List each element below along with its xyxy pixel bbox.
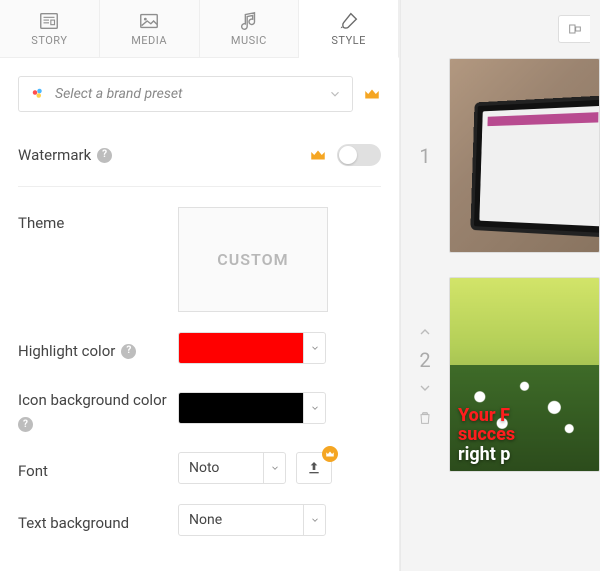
text-bg-select[interactable]: None [178, 504, 326, 536]
style-scroll[interactable]: Select a brand preset Watermark ? Theme [0, 58, 399, 571]
divider [18, 186, 381, 187]
font-select[interactable]: Noto [178, 452, 286, 484]
help-icon[interactable]: ? [97, 148, 112, 163]
upload-icon [306, 460, 322, 476]
brand-preset-select[interactable]: Select a brand preset [18, 76, 353, 112]
left-panel: STORY MEDIA MUSIC STYLE Select a brand p… [0, 0, 400, 571]
slide-thumbnail[interactable]: Your F succes right p [449, 277, 600, 472]
theme-label: Theme [18, 213, 64, 234]
brand-preset-placeholder: Select a brand preset [55, 86, 182, 102]
slide-index: 1 [411, 144, 439, 168]
font-label: Font [18, 461, 48, 482]
media-icon [138, 10, 160, 32]
delete-slide-button[interactable] [417, 410, 433, 426]
music-icon [238, 10, 260, 32]
premium-badge [322, 446, 338, 462]
chevron-down-icon [303, 333, 325, 363]
slide-row: 1 [411, 58, 600, 253]
aspect-ratio-button[interactable] [558, 15, 590, 43]
tab-bar: STORY MEDIA MUSIC STYLE [0, 0, 399, 58]
move-down-button[interactable] [417, 380, 433, 396]
chevron-down-icon [263, 453, 285, 483]
tab-style[interactable]: STYLE [299, 0, 399, 58]
highlight-color-picker[interactable] [178, 332, 326, 364]
icon-bg-color-swatch [179, 393, 303, 423]
tab-story-label: STORY [31, 34, 67, 47]
crown-icon [309, 146, 327, 164]
tab-style-label: STYLE [331, 34, 365, 47]
tab-music[interactable]: MUSIC [200, 0, 300, 57]
move-up-button[interactable] [417, 324, 433, 340]
tab-media-label: MEDIA [131, 34, 167, 47]
watermark-toggle[interactable] [337, 144, 381, 166]
story-icon [38, 10, 60, 32]
slide-thumbnail[interactable] [449, 58, 600, 253]
chevron-down-icon [303, 393, 325, 423]
slides-list: 1 2 Your F succes right p [401, 58, 600, 571]
right-toolbar [401, 0, 600, 58]
font-value: Noto [179, 453, 263, 483]
tab-story[interactable]: STORY [0, 0, 100, 57]
tab-music-label: MUSIC [231, 34, 267, 47]
icon-bg-color-picker[interactable] [178, 392, 326, 424]
text-bg-value: None [179, 505, 303, 535]
chevron-down-icon [328, 87, 342, 101]
watermark-label: Watermark [18, 145, 91, 166]
theme-value: CUSTOM [217, 250, 288, 269]
palette-icon [29, 85, 47, 103]
help-icon[interactable]: ? [18, 417, 33, 432]
crown-icon [325, 449, 335, 459]
slide-row: 2 Your F succes right p [411, 277, 600, 472]
slide-index: 2 [419, 348, 430, 372]
tab-media[interactable]: MEDIA [100, 0, 200, 57]
slide-text-overlay: Your F succes right p [458, 406, 591, 465]
icon-bg-color-label: Icon background color [18, 390, 167, 411]
theme-selector[interactable]: CUSTOM [178, 207, 328, 312]
help-icon[interactable]: ? [121, 344, 136, 359]
style-panel: Select a brand preset Watermark ? Theme [0, 58, 399, 571]
text-bg-label: Text background [18, 513, 129, 534]
chevron-down-icon [303, 505, 325, 535]
right-panel: 1 2 Your F succes right p [400, 0, 600, 571]
highlight-color-label: Highlight color [18, 341, 115, 362]
highlight-color-swatch [179, 333, 303, 363]
crown-icon [363, 85, 381, 103]
slide-controls: 2 [411, 324, 439, 426]
style-icon [338, 10, 360, 32]
upload-font-button[interactable] [296, 452, 332, 484]
